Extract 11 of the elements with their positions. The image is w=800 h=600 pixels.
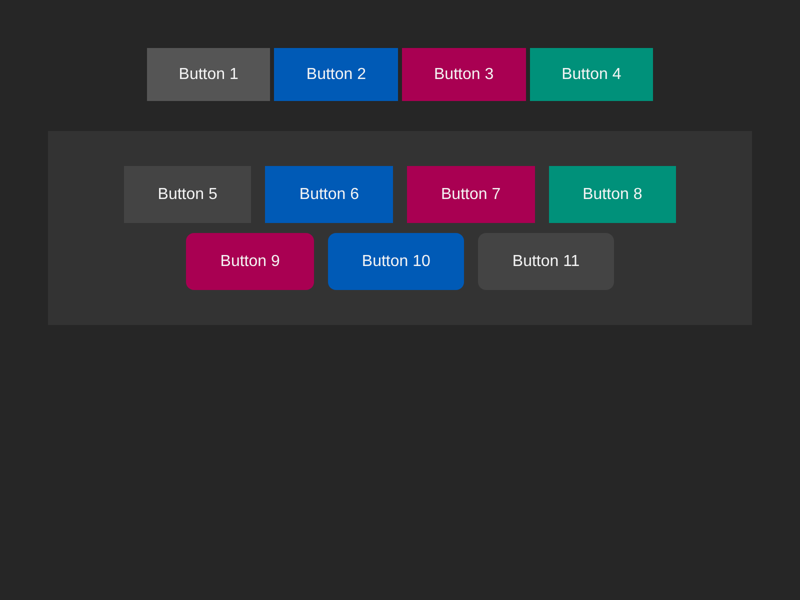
button[interactable]: Button 1: [146, 48, 270, 101]
button[interactable]: Button 6: [265, 166, 393, 223]
button[interactable]: Button 7: [407, 166, 535, 223]
button[interactable]: Button 10: [328, 233, 464, 290]
button[interactable]: Button 2: [274, 48, 398, 101]
button[interactable]: Button 4: [530, 48, 654, 101]
button[interactable]: Button 5: [124, 166, 252, 223]
button[interactable]: Button 8: [548, 166, 676, 223]
button[interactable]: Button 9: [186, 233, 314, 290]
button[interactable]: Button 3: [402, 48, 526, 101]
button[interactable]: Button 11: [478, 233, 614, 290]
